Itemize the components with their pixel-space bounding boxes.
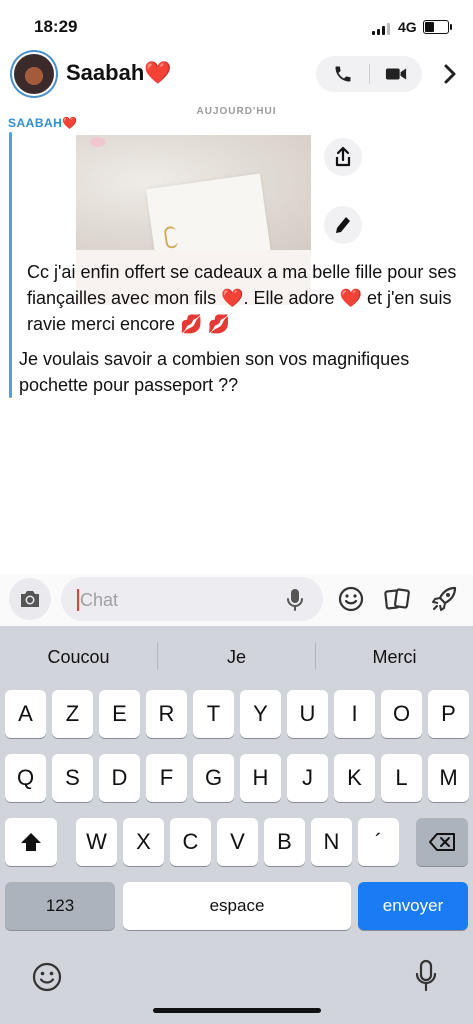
chat-placeholder: Chat — [80, 590, 119, 610]
status-time: 18:29 — [34, 17, 78, 36]
key[interactable]: U — [287, 690, 328, 738]
photo-decoration — [90, 137, 106, 147]
contact-name[interactable]: Saabah❤️ — [66, 60, 172, 86]
numbers-key[interactable]: 123 — [5, 882, 115, 930]
key[interactable]: J — [287, 754, 328, 802]
smiley-icon[interactable] — [337, 585, 365, 613]
video-icon — [385, 68, 406, 80]
network-type: 4G — [398, 19, 417, 35]
predictive-bar: Coucou Je Merci — [0, 626, 473, 688]
chat-header: Saabah❤️ — [0, 50, 473, 98]
text-caret — [77, 589, 79, 611]
key[interactable]: B — [264, 818, 305, 866]
key[interactable]: C — [170, 818, 211, 866]
key[interactable]: O — [381, 690, 422, 738]
chat-input[interactable]: Chat — [61, 577, 323, 621]
sender-label: SAABAH❤️ — [8, 116, 78, 130]
camera-button[interactable] — [9, 578, 51, 620]
key[interactable]: Y — [240, 690, 281, 738]
avatar[interactable] — [14, 54, 54, 94]
key[interactable]: V — [217, 818, 258, 866]
key[interactable]: F — [146, 754, 187, 802]
key[interactable]: Z — [52, 690, 93, 738]
suggestion[interactable]: Je — [158, 626, 315, 688]
key[interactable]: I — [334, 690, 375, 738]
share-button[interactable] — [324, 138, 362, 176]
key[interactable]: H — [240, 754, 281, 802]
home-indicator — [153, 1008, 321, 1013]
key[interactable]: P — [428, 690, 469, 738]
backspace-key[interactable] — [416, 818, 468, 866]
share-icon — [335, 146, 351, 167]
key[interactable]: X — [123, 818, 164, 866]
message-text: Je voulais savoir a combien son vos magn… — [19, 349, 410, 395]
composer-row: Chat — [0, 574, 473, 626]
key[interactable]: K — [334, 754, 375, 802]
key[interactable]: A — [5, 690, 46, 738]
key[interactable]: R — [146, 690, 187, 738]
message-text: Cc j'ai enfin offert se cadeaux a ma bel… — [27, 262, 457, 334]
pencil-icon — [336, 217, 350, 233]
key[interactable]: E — [99, 690, 140, 738]
key[interactable]: Q — [5, 754, 46, 802]
key[interactable]: ´ — [358, 818, 399, 866]
call-actions — [316, 56, 422, 92]
signal-icon — [372, 23, 392, 35]
key[interactable]: M — [428, 754, 469, 802]
battery-icon — [423, 20, 452, 34]
space-key[interactable]: espace — [123, 882, 351, 930]
backspace-icon — [429, 833, 455, 851]
message-thread-bar — [9, 132, 12, 398]
key[interactable]: N — [311, 818, 352, 866]
photo-card — [145, 173, 272, 250]
key[interactable]: T — [193, 690, 234, 738]
shift-key[interactable] — [5, 818, 57, 866]
emoji-icon[interactable] — [31, 961, 63, 998]
voice-call-button[interactable] — [316, 56, 369, 92]
dictation-icon[interactable] — [415, 959, 437, 998]
suggestion[interactable]: Merci — [316, 626, 473, 688]
video-call-button[interactable] — [369, 56, 422, 92]
camera-icon — [21, 591, 39, 607]
key[interactable]: L — [381, 754, 422, 802]
edit-button[interactable] — [324, 206, 362, 244]
keyboard: Coucou Je Merci A Z E R T Y U I O P Q S … — [0, 626, 473, 1024]
status-bar: 18:29 4G — [0, 0, 473, 50]
photo-attachment[interactable] — [76, 135, 311, 250]
key[interactable]: D — [99, 754, 140, 802]
suggestion[interactable]: Coucou — [0, 626, 157, 688]
shift-icon — [21, 833, 41, 851]
chevron-right-icon[interactable] — [438, 62, 462, 86]
rocket-icon[interactable] — [430, 585, 458, 613]
mic-icon[interactable] — [287, 588, 303, 617]
cards-icon[interactable] — [383, 585, 411, 613]
key[interactable]: W — [76, 818, 117, 866]
send-key[interactable]: envoyer — [358, 882, 468, 930]
phone-icon — [335, 66, 350, 82]
key[interactable]: G — [193, 754, 234, 802]
key[interactable]: S — [52, 754, 93, 802]
